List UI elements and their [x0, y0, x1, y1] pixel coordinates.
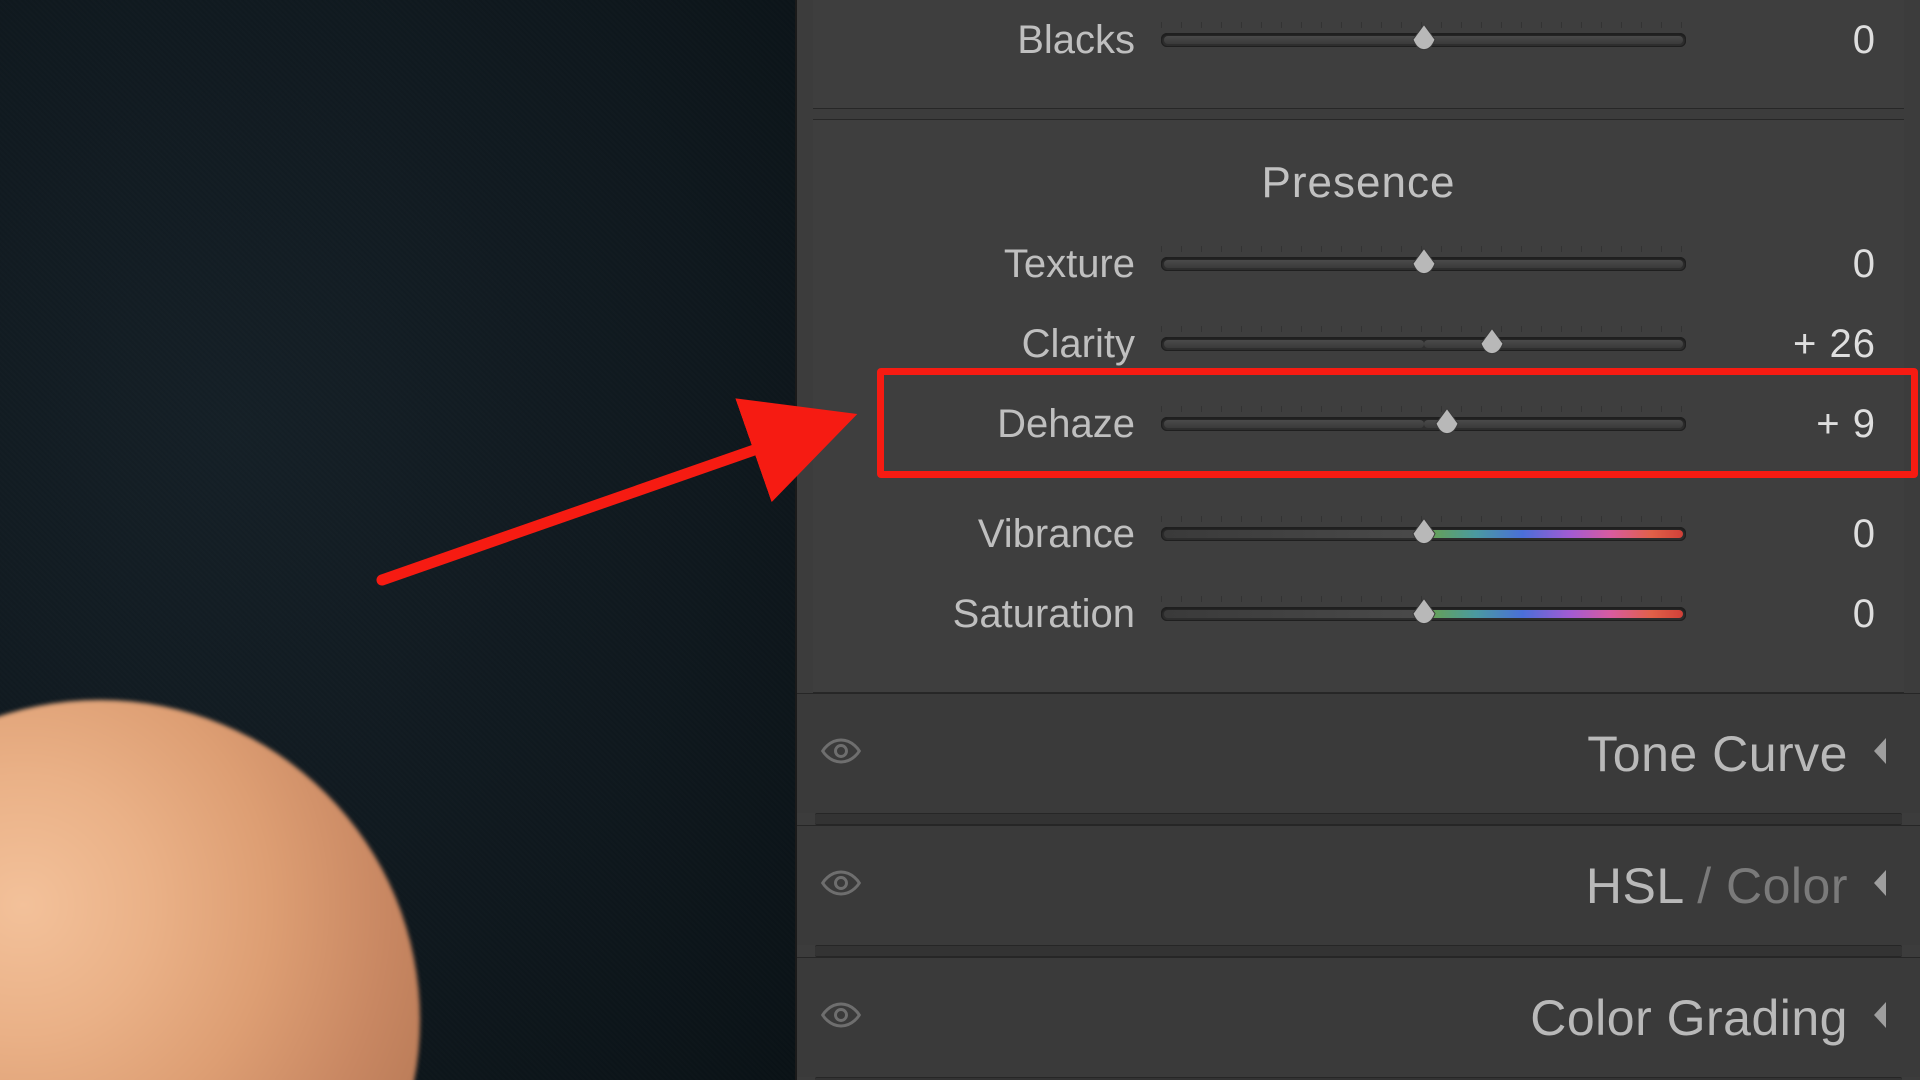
blacks-slider[interactable] — [1161, 20, 1686, 60]
section-header-color-grading[interactable]: Color Grading — [797, 957, 1920, 1077]
saturation-slider[interactable] — [1161, 594, 1686, 634]
section-title: Color Grading — [875, 989, 1868, 1047]
slider-label: Vibrance — [871, 512, 1141, 557]
presence-group: Presence Texture 0 Clarity + 26 Dehaze — [813, 119, 1904, 693]
develop-panel: Blacks 0 Presence Texture — [795, 0, 1920, 1080]
texture-slider[interactable] — [1161, 244, 1686, 284]
slider-row-saturation: Saturation 0 — [813, 574, 1904, 654]
image-preview — [0, 0, 795, 1080]
slider-label: Texture — [871, 242, 1141, 287]
vibrance-slider[interactable] — [1161, 514, 1686, 554]
dehaze-slider[interactable] — [1161, 404, 1686, 444]
slider-value[interactable]: 0 — [1706, 512, 1876, 557]
title-part-a: HSL — [1586, 858, 1683, 914]
slider-value[interactable]: 0 — [1706, 242, 1876, 287]
section-title: HSL / Color — [875, 857, 1868, 915]
group-title-presence: Presence — [813, 138, 1904, 224]
image-subject-blob — [0, 700, 420, 1080]
slider-value[interactable]: + 26 — [1706, 322, 1876, 367]
eye-icon[interactable] — [819, 729, 875, 778]
chevron-left-icon — [1868, 736, 1896, 771]
eye-icon[interactable] — [819, 993, 875, 1042]
clarity-slider[interactable] — [1161, 324, 1686, 364]
chevron-left-icon — [1868, 1000, 1896, 1035]
slider-label: Clarity — [871, 322, 1141, 367]
slider-label: Blacks — [871, 18, 1141, 63]
slider-row-blacks: Blacks 0 — [813, 0, 1904, 80]
slider-row-dehaze: Dehaze + 9 — [813, 384, 1904, 464]
chevron-left-icon — [1868, 868, 1896, 903]
slider-label: Saturation — [871, 592, 1141, 637]
slider-value[interactable]: + 9 — [1706, 402, 1876, 447]
section-header-tone-curve[interactable]: Tone Curve — [797, 693, 1920, 813]
slider-row-clarity: Clarity + 26 — [813, 304, 1904, 384]
section-title: Tone Curve — [875, 725, 1868, 783]
slider-value[interactable]: 0 — [1706, 592, 1876, 637]
tone-group: Blacks 0 — [813, 0, 1904, 109]
title-part-b: Color — [1726, 858, 1848, 914]
slider-label: Dehaze — [871, 402, 1141, 447]
slider-value[interactable]: 0 — [1706, 18, 1876, 63]
section-divider — [815, 945, 1902, 957]
slider-row-vibrance: Vibrance 0 — [813, 494, 1904, 574]
title-sep: / — [1683, 858, 1726, 914]
slider-row-texture: Texture 0 — [813, 224, 1904, 304]
section-header-hsl-color[interactable]: HSL / Color — [797, 825, 1920, 945]
eye-icon[interactable] — [819, 861, 875, 910]
section-divider — [815, 813, 1902, 825]
